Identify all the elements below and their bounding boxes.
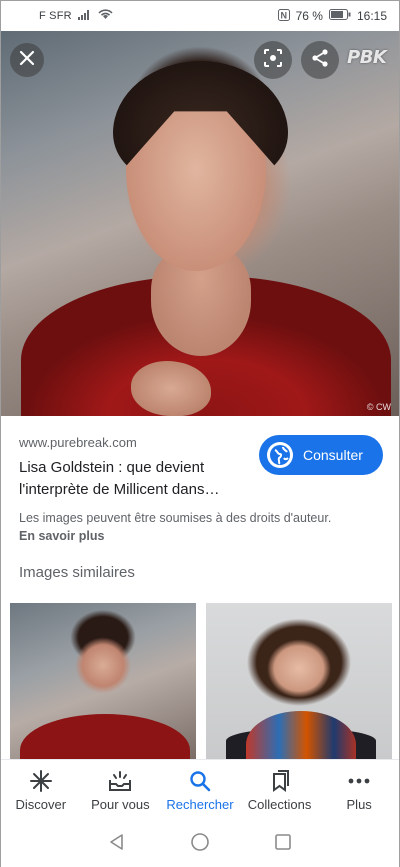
nav-item-collections[interactable]: Collections (240, 760, 320, 821)
signal-icon (77, 9, 92, 23)
globe-icon (267, 442, 293, 468)
status-left: F SFR (39, 9, 113, 23)
nav-item-pour-vous[interactable]: Pour vous (81, 760, 161, 821)
image-copyright: © CW (366, 402, 391, 412)
bottom-navigation: Discover Pour vous Rechercher Collection… (1, 759, 399, 821)
watermark-logo: PBK (347, 47, 387, 68)
learn-more-link[interactable]: En savoir plus (19, 529, 104, 543)
search-icon (189, 770, 211, 792)
recents-icon[interactable] (274, 833, 292, 856)
thumbnail-dress-shape (20, 714, 190, 759)
hero-image[interactable]: PBK © CW (1, 31, 399, 416)
nav-label: Collections (247, 796, 312, 812)
similar-image-thumbnail[interactable] (10, 603, 196, 759)
thumbnail-scarf-shape (246, 711, 356, 759)
consult-label: Consulter (303, 447, 363, 463)
back-icon[interactable] (108, 833, 126, 856)
result-info: www.purebreak.com Lisa Goldstein : que d… (19, 435, 383, 501)
carrier-label: F SFR (39, 10, 72, 22)
nav-label: Plus (346, 796, 372, 812)
similar-images-heading: Images similaires (19, 564, 135, 581)
status-bar: F SFR N 76 % 16:15 (1, 1, 399, 31)
close-button[interactable] (10, 43, 44, 77)
svg-text:N: N (280, 10, 287, 20)
close-icon (19, 50, 35, 71)
lens-button[interactable] (254, 41, 292, 79)
share-button[interactable] (301, 41, 339, 79)
status-right: N 76 % 16:15 (277, 8, 387, 24)
system-navigation-bar (1, 821, 399, 867)
lens-icon (263, 48, 283, 73)
battery-icon (328, 9, 351, 23)
share-icon (310, 48, 330, 73)
nav-label: Pour vous (91, 796, 150, 812)
collections-icon (269, 769, 291, 792)
nav-item-rechercher[interactable]: Rechercher (160, 760, 240, 821)
inbox-icon (108, 770, 132, 792)
nav-item-discover[interactable]: Discover (1, 760, 81, 821)
asterisk-icon (29, 769, 52, 792)
nfc-icon: N (277, 8, 290, 24)
nav-item-plus[interactable]: Plus (319, 760, 399, 821)
result-title[interactable]: Lisa Goldstein : que devient l'interprèt… (19, 457, 249, 501)
home-icon[interactable] (190, 832, 210, 857)
clock: 16:15 (356, 9, 387, 23)
more-icon (348, 770, 370, 792)
nav-label: Rechercher (166, 796, 234, 812)
similar-image-thumbnail[interactable] (206, 603, 392, 759)
copyright-notice: Les images peuvent être soumises à des d… (19, 511, 332, 525)
battery-percentage: 76 % (295, 9, 323, 23)
wifi-icon (98, 9, 113, 23)
consult-button[interactable]: Consulter (259, 435, 383, 475)
nav-label: Discover (15, 796, 67, 812)
